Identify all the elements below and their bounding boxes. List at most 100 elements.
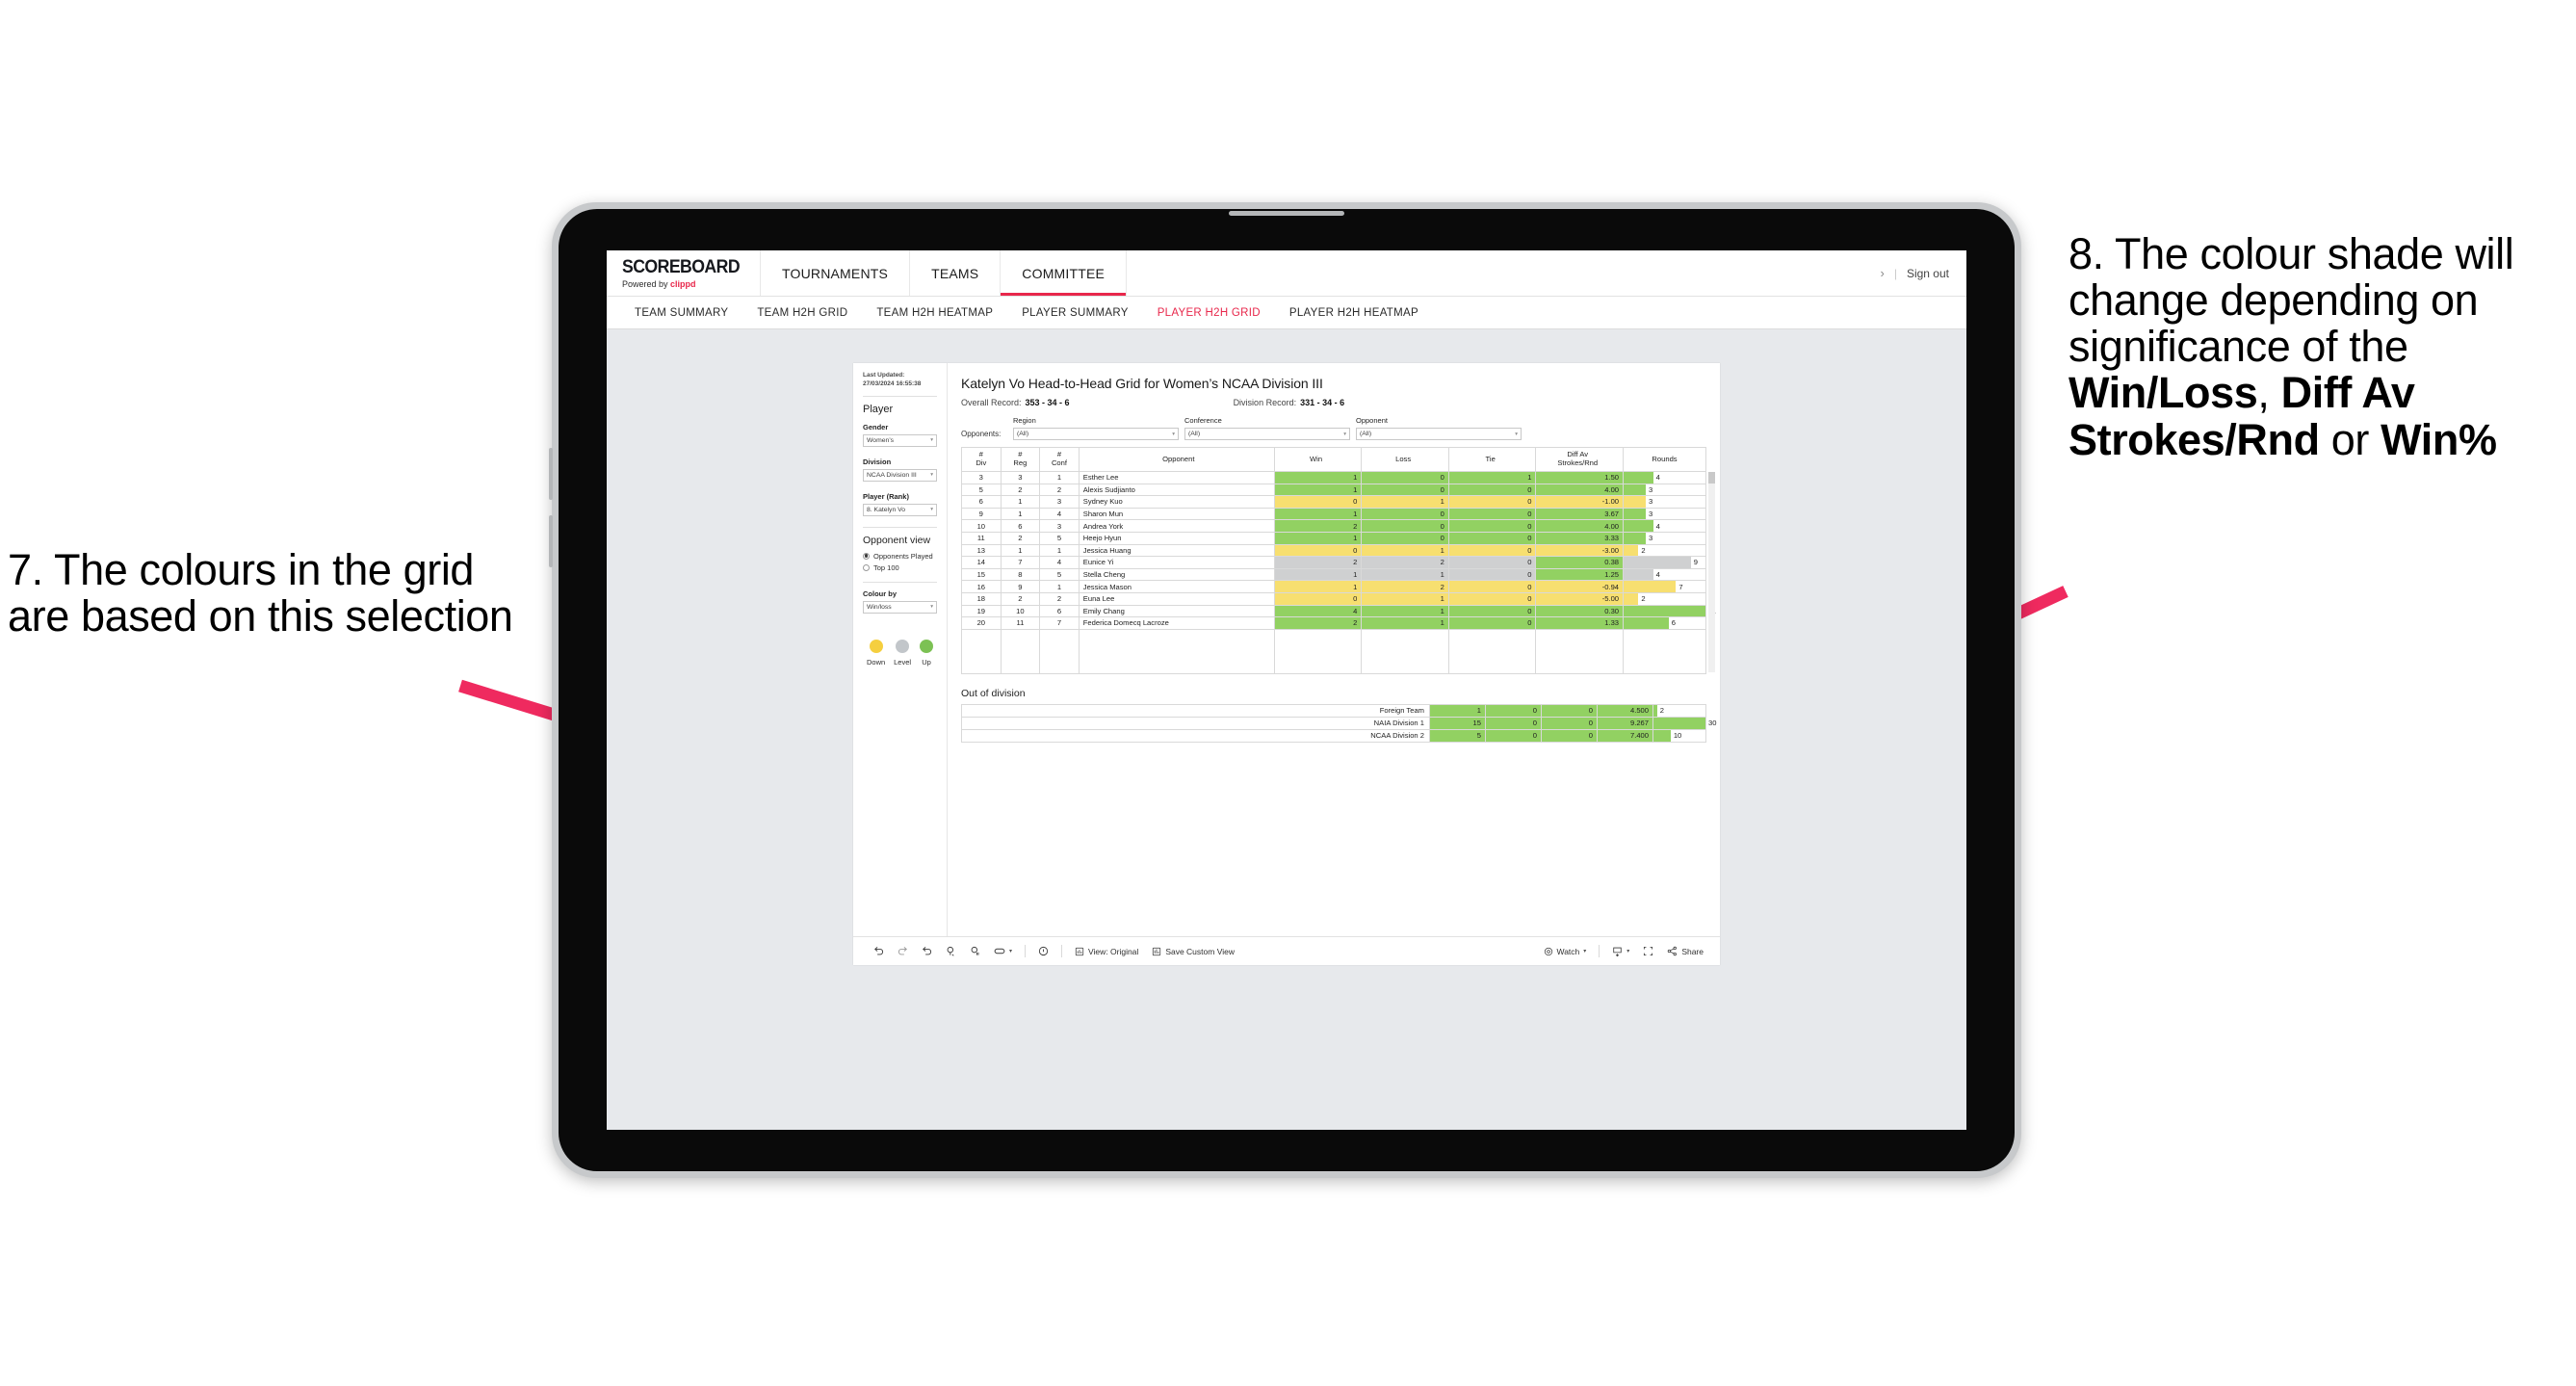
cell: 16 bbox=[961, 580, 1002, 593]
table-row[interactable]: 11 2 5 Heejo Hyun 1 0 0 3.33 3 bbox=[961, 531, 1706, 545]
out-of-division-row[interactable]: NAIA Division 1 15 0 0 9.267 30 bbox=[961, 716, 1716, 730]
annotation-part-1: Win/Loss bbox=[2069, 368, 2258, 418]
opponents-label: Opponents: bbox=[961, 430, 1002, 438]
shape-dropdown[interactable]: ▾ bbox=[987, 947, 1019, 955]
pause-button[interactable] bbox=[963, 946, 987, 956]
subnav-team-summary[interactable]: TEAM SUMMARY bbox=[620, 307, 742, 319]
colour-by-value: Win/loss bbox=[867, 603, 892, 611]
cell: 0 bbox=[1485, 716, 1542, 730]
table-row[interactable]: 20 11 7 Federica Domecq Lacroze 2 1 0 1.33 6 bbox=[961, 616, 1706, 630]
rounds-bar-cell: 3 bbox=[1623, 531, 1706, 545]
save-custom-view-button[interactable]: Save Custom View bbox=[1145, 947, 1241, 956]
table-row[interactable]: 15 8 5 Stella Cheng 1 1 0 1.25 4 bbox=[961, 567, 1706, 582]
cell: 1 bbox=[1273, 483, 1363, 497]
revert-button[interactable] bbox=[915, 946, 939, 956]
cell: 2 bbox=[1039, 591, 1080, 606]
last-updated-text: Last Updated: 27/03/2024 16:55:38 bbox=[863, 372, 922, 387]
gender-value: Women’s bbox=[867, 436, 895, 444]
chevron-down-icon: ▾ bbox=[1172, 431, 1175, 437]
subnav-player-summary[interactable]: PLAYER SUMMARY bbox=[1007, 307, 1143, 319]
radio-label: Top 100 bbox=[873, 562, 899, 572]
nav-item-teams[interactable]: TEAMS bbox=[910, 250, 1002, 296]
division-record: Division Record: 331 - 34 - 6 bbox=[1234, 398, 1345, 407]
gender-select[interactable]: Women’s ▾ bbox=[863, 433, 937, 447]
player-rank-select[interactable]: 8. Katelyn Vo ▾ bbox=[863, 503, 937, 516]
app-logo[interactable]: SCOREBOARD Powered by clippd bbox=[607, 250, 761, 296]
cell: 9 bbox=[961, 507, 1002, 521]
cell: 4 bbox=[1039, 507, 1080, 521]
legend-dot-level bbox=[896, 639, 910, 653]
cell: Eunice Yi bbox=[1078, 556, 1275, 569]
bar-cell: 2 bbox=[1624, 592, 1705, 605]
grid-scrollbar-thumb[interactable] bbox=[1708, 472, 1715, 484]
table-row[interactable]: 9 1 4 Sharon Mun 1 0 0 3.67 3 bbox=[961, 507, 1706, 521]
overall-record: Overall Record: 353 - 34 - 6 bbox=[961, 398, 1070, 407]
download-button[interactable]: ▾ bbox=[1605, 946, 1636, 956]
rounds-value: 7 bbox=[1678, 582, 1683, 591]
cell: 1 bbox=[1361, 591, 1449, 606]
cell: Emily Chang bbox=[1078, 604, 1275, 618]
subnav-player-h2h-heatmap[interactable]: PLAYER H2H HEATMAP bbox=[1275, 307, 1433, 319]
grid-scrollbar-track[interactable] bbox=[1708, 472, 1715, 672]
refresh-button[interactable] bbox=[939, 946, 963, 956]
alert-button[interactable] bbox=[1031, 946, 1055, 956]
table-row[interactable]: 19106Emily Chang4100.3011 bbox=[961, 604, 1716, 618]
out-of-division-row[interactable]: NCAA Division 2 5 0 0 7.400 10 bbox=[961, 728, 1706, 743]
rounds-bar-cell: 3 bbox=[1623, 507, 1706, 521]
table-row[interactable]: 3 3 1 Esther Lee 1 0 1 1.50 4 bbox=[961, 471, 1706, 484]
colour-by-select[interactable]: Win/loss ▾ bbox=[863, 600, 937, 614]
table-row[interactable]: 10 6 3 Andrea York 2 0 0 4.00 4 bbox=[961, 519, 1706, 533]
table-row[interactable]: 6 1 3 Sydney Kuo 0 1 0 -1.00 3 bbox=[961, 495, 1706, 509]
cell: 0 bbox=[1447, 483, 1537, 497]
radio-top-100[interactable]: Top 100 bbox=[863, 563, 937, 572]
annotation-part-0: 8. The colour shade will change dependin… bbox=[2069, 229, 2514, 372]
cell: NCAA Division 2 bbox=[961, 728, 1430, 743]
out-of-division-row[interactable]: Foreign Team 1 0 0 4.500 2 bbox=[961, 703, 1706, 718]
table-row[interactable]: 16 9 1 Jessica Mason 1 2 0 -0.94 7 bbox=[961, 580, 1706, 593]
watch-button[interactable]: Watch ▾ bbox=[1537, 947, 1594, 956]
rounds-bar bbox=[1653, 717, 1705, 729]
cell: 0 bbox=[1447, 580, 1537, 593]
shape-icon bbox=[994, 948, 1005, 955]
bar-cell: 3 bbox=[1624, 532, 1705, 544]
table-row[interactable]: 18 2 2 Euna Lee 0 1 0 -5.00 2 bbox=[961, 591, 1706, 606]
chevron-right-icon[interactable]: › bbox=[1880, 266, 1884, 280]
subnav-player-h2h-grid[interactable]: PLAYER H2H GRID bbox=[1143, 307, 1275, 319]
conference-select[interactable]: (All) ▾ bbox=[1184, 428, 1350, 440]
nav-item-tournaments[interactable]: TOURNAMENTS bbox=[761, 250, 911, 296]
col-div-l1: # bbox=[978, 450, 983, 459]
share-button[interactable]: Share bbox=[1660, 946, 1710, 956]
sign-out-link[interactable]: Sign out bbox=[1907, 267, 1949, 280]
cell: -5.00 bbox=[1535, 591, 1625, 606]
subnav-team-h2h-heatmap[interactable]: TEAM H2H HEATMAP bbox=[862, 307, 1007, 319]
rounds-value: 2 bbox=[1641, 594, 1646, 604]
cell: Foreign Team bbox=[961, 703, 1430, 718]
cell: 1 bbox=[1273, 567, 1363, 582]
nav-item-committee[interactable]: COMMITTEE bbox=[1001, 250, 1128, 296]
viz-toolbar: ▾ View: Original Save Custom View Watch … bbox=[853, 936, 1720, 965]
subnav-team-h2h-grid[interactable]: TEAM H2H GRID bbox=[742, 307, 862, 319]
division-select[interactable]: NCAA Division III ▾ bbox=[863, 468, 937, 482]
table-row[interactable]: 5 2 2 Alexis Sudjianto 1 0 0 4.00 3 bbox=[961, 483, 1706, 497]
cell: 0.38 bbox=[1535, 556, 1625, 569]
table-row[interactable]: 14 7 4 Eunice Yi 2 2 0 0.38 9 bbox=[961, 556, 1706, 569]
cell: 1 bbox=[1273, 531, 1363, 545]
cell: 3 bbox=[1039, 495, 1080, 509]
redo-button[interactable] bbox=[891, 946, 915, 956]
chevron-down-icon: ▾ bbox=[930, 507, 933, 513]
view-original-button[interactable]: View: Original bbox=[1068, 947, 1145, 956]
cell: 2 bbox=[1273, 616, 1363, 630]
cell: 1 bbox=[1361, 616, 1449, 630]
rounds-value: 3 bbox=[1648, 484, 1653, 494]
table-row[interactable]: 13 1 1 Jessica Huang 0 1 0 -3.00 2 bbox=[961, 543, 1706, 558]
undo-button[interactable] bbox=[867, 946, 891, 956]
cell: 0 bbox=[1447, 556, 1537, 569]
region-select[interactable]: (All) ▾ bbox=[1013, 428, 1179, 440]
opponent-select[interactable]: (All) ▾ bbox=[1356, 428, 1522, 440]
rounds-bar bbox=[1653, 729, 1671, 742]
division-record-value: 331 - 34 - 6 bbox=[1300, 398, 1345, 407]
cell: 1 bbox=[1000, 495, 1041, 509]
radio-opponents-played[interactable]: Opponents Played bbox=[863, 552, 937, 561]
fullscreen-button[interactable] bbox=[1636, 946, 1660, 956]
colour-by-filter: Colour by Win/loss ▾ bbox=[863, 589, 937, 614]
